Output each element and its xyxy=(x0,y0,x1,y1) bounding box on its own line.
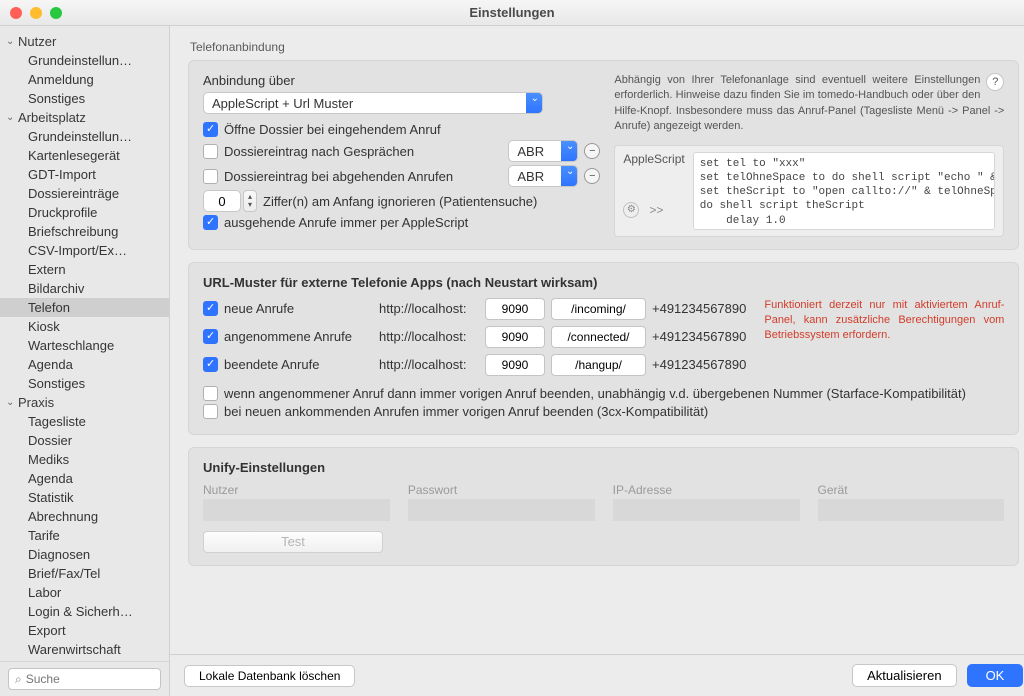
cb-url-row[interactable] xyxy=(203,301,218,316)
url-warning: Funktioniert derzeit nur mit aktiviertem… xyxy=(764,298,1004,344)
sidebar-item[interactable]: Dossier xyxy=(0,431,169,450)
sidebar-item[interactable]: Anmeldung xyxy=(0,70,169,89)
stepper-icon[interactable]: ▴▾ xyxy=(243,190,257,212)
url-heading: URL-Muster für externe Telefonie Apps (n… xyxy=(203,275,1004,290)
sidebar-item[interactable]: Tagesliste xyxy=(0,412,169,431)
select-abr-1[interactable]: ABR xyxy=(508,140,578,162)
chevron-down-icon: ⌄ xyxy=(6,397,16,408)
sidebar-item[interactable]: Sonstiges xyxy=(0,89,169,108)
sidebar-item[interactable]: Abrechnung xyxy=(0,507,169,526)
cb-open-dossier[interactable] xyxy=(203,122,218,137)
script-run-button[interactable]: >> xyxy=(649,203,663,217)
sidebar-item[interactable]: Briefschreibung xyxy=(0,222,169,241)
sidebar-item[interactable]: Extern xyxy=(0,260,169,279)
help-text: Abhängig von Ihrer Telefonanlage sind ev… xyxy=(614,73,1004,135)
unify-heading: Unify-Einstellungen xyxy=(203,460,1004,475)
sidebar-item[interactable]: Tarife xyxy=(0,526,169,545)
panel-telefonanbindung: Anbindung über AppleScript + Url Muster … xyxy=(188,60,1019,250)
unify-field-label: IP-Adresse xyxy=(613,483,800,497)
applescript-box: AppleScript ⚙ >> set tel to "xxx" set te… xyxy=(614,145,1004,237)
chevron-down-icon: ⌄ xyxy=(6,112,16,123)
script-label: AppleScript xyxy=(623,152,684,166)
panel-url-muster: URL-Muster für externe Telefonie Apps (n… xyxy=(188,262,1019,435)
sidebar-item[interactable]: Statistik xyxy=(0,488,169,507)
port-input[interactable] xyxy=(485,354,545,376)
refresh-button[interactable]: Aktualisieren xyxy=(852,664,956,687)
sidebar-item[interactable]: Kartenlesegerät xyxy=(0,146,169,165)
unify-field-label: Passwort xyxy=(408,483,595,497)
path-input[interactable] xyxy=(551,354,646,376)
unify-field-input[interactable] xyxy=(408,499,595,521)
chevron-down-icon: ⌄ xyxy=(6,36,16,47)
window-title: Einstellungen xyxy=(0,5,1024,20)
sidebar-search: ⌕ xyxy=(0,661,169,696)
delete-db-button[interactable]: Lokale Datenbank löschen xyxy=(184,665,355,687)
titlebar: Einstellungen xyxy=(0,0,1024,26)
cb-entry-outgoing[interactable] xyxy=(203,169,218,184)
unify-field-label: Gerät xyxy=(818,483,1005,497)
sidebar-item[interactable]: Kiosk xyxy=(0,317,169,336)
sidebar-item[interactable]: Grundeinstellun… xyxy=(0,51,169,70)
remove-icon[interactable]: − xyxy=(584,168,600,184)
port-input[interactable] xyxy=(485,326,545,348)
unify-test-button[interactable]: Test xyxy=(203,531,383,553)
sidebar-item[interactable]: Agenda xyxy=(0,355,169,374)
unify-field-input[interactable] xyxy=(818,499,1005,521)
remove-icon[interactable]: − xyxy=(584,143,600,159)
binding-select[interactable]: AppleScript + Url Muster xyxy=(203,92,543,114)
cb-entry-after[interactable] xyxy=(203,144,218,159)
cb-outgoing-applescript[interactable] xyxy=(203,215,218,230)
content: Telefonanbindung Anbindung über AppleScr… xyxy=(170,26,1024,696)
ok-button[interactable]: OK xyxy=(967,664,1024,687)
search-input[interactable] xyxy=(26,672,181,686)
sidebar-item[interactable]: GDT-Import xyxy=(0,165,169,184)
sidebar-item[interactable]: Sonstiges xyxy=(0,374,169,393)
sidebar-tree: ⌄NutzerGrundeinstellun…AnmeldungSonstige… xyxy=(0,26,169,661)
sidebar-item[interactable]: Login & Sicherh… xyxy=(0,602,169,621)
sidebar-item[interactable]: Diagnosen xyxy=(0,545,169,564)
sidebar-item[interactable]: Export xyxy=(0,621,169,640)
sidebar-section[interactable]: ⌄Arbeitsplatz xyxy=(0,108,169,127)
cb-url-row[interactable] xyxy=(203,329,218,344)
cb-3cx-compat[interactable] xyxy=(203,404,218,419)
footer: Lokale Datenbank löschen Aktualisieren O… xyxy=(170,654,1024,696)
sidebar-item[interactable]: Warenwirtschaft xyxy=(0,640,169,659)
sidebar-item[interactable]: Telefon xyxy=(0,298,169,317)
binding-label: Anbindung über xyxy=(203,73,600,88)
group-title: Telefonanbindung xyxy=(190,40,1019,54)
panel-unify: Unify-Einstellungen Nutzer Passwort IP-Adr… xyxy=(188,447,1019,566)
sidebar-item[interactable]: Labor xyxy=(0,583,169,602)
digits-input[interactable] xyxy=(203,190,241,212)
sidebar-item[interactable]: CSV-Import/Ex… xyxy=(0,241,169,260)
port-input[interactable] xyxy=(485,298,545,320)
sidebar-section[interactable]: ⌄Nutzer xyxy=(0,32,169,51)
search-icon: ⌕ xyxy=(15,672,22,687)
sidebar-item[interactable]: Druckprofile xyxy=(0,203,169,222)
sidebar-section[interactable]: ⌄Praxis xyxy=(0,393,169,412)
sidebar: ⌄NutzerGrundeinstellun…AnmeldungSonstige… xyxy=(0,26,170,696)
sidebar-item[interactable]: Dossiereinträge xyxy=(0,184,169,203)
sidebar-item[interactable]: Mediks xyxy=(0,450,169,469)
sidebar-item[interactable]: Agenda xyxy=(0,469,169,488)
path-input[interactable] xyxy=(551,326,646,348)
unify-field-input[interactable] xyxy=(203,499,390,521)
sidebar-item[interactable]: Bildarchiv xyxy=(0,279,169,298)
sidebar-item[interactable]: Warteschlange xyxy=(0,336,169,355)
sidebar-item[interactable]: Grundeinstellun… xyxy=(0,127,169,146)
unify-field-label: Nutzer xyxy=(203,483,390,497)
sidebar-item[interactable]: Brief/Fax/Tel xyxy=(0,564,169,583)
path-input[interactable] xyxy=(551,298,646,320)
select-abr-2[interactable]: ABR xyxy=(508,165,578,187)
gear-icon[interactable]: ⚙ xyxy=(623,202,639,218)
unify-field-input[interactable] xyxy=(613,499,800,521)
cb-url-row[interactable] xyxy=(203,357,218,372)
script-code[interactable]: set tel to "xxx" set telOhneSpace to do … xyxy=(693,152,996,230)
cb-starface-compat[interactable] xyxy=(203,386,218,401)
